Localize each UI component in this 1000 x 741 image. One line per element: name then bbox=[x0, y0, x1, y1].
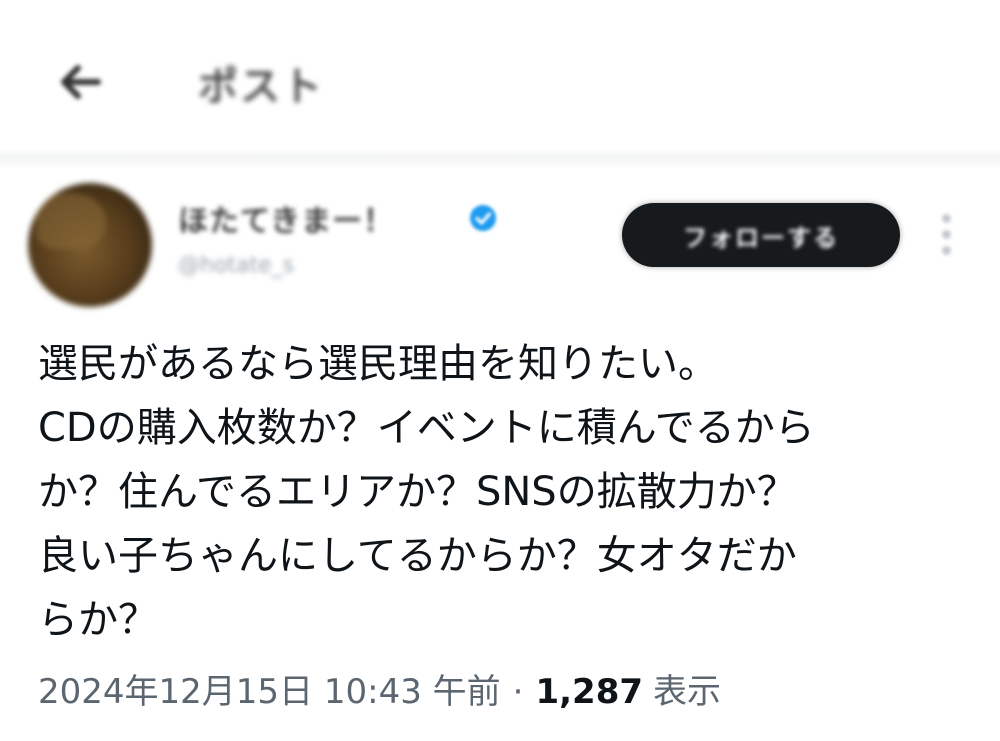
more-vertical-icon bbox=[941, 213, 951, 223]
header-divider bbox=[0, 148, 1000, 170]
post-meta: 2024年12月15日 10:43 午前 · 1,287 表示 bbox=[38, 664, 721, 713]
meta-separator: · bbox=[512, 672, 524, 712]
post-text-line: 選民があるなら選民理由を知りたい。 bbox=[38, 341, 718, 387]
post-text-line: 良い子ちゃんにしてるからか？女オタだか bbox=[38, 533, 797, 579]
more-vertical-icon-dot bbox=[941, 229, 951, 239]
page-title: ポスト bbox=[198, 64, 324, 110]
arrow-left-icon bbox=[61, 65, 101, 99]
post-text-line: らか？ bbox=[38, 597, 158, 643]
follow-button[interactable]: フォローする bbox=[622, 203, 900, 267]
post-text: 選民があるなら選民理由を知りたい。 CDの購入枚数か？イベントに積んでるから か… bbox=[38, 332, 968, 652]
verified-badge-icon bbox=[470, 205, 496, 231]
post-detail-screen: ポスト ほたてきまー！ @hotate_s フォローする 選民があるなら選民理由… bbox=[0, 0, 1000, 741]
author-display-name[interactable]: ほたてきまー！ bbox=[178, 196, 394, 240]
avatar[interactable] bbox=[28, 183, 152, 307]
author-handle[interactable]: @hotate_s bbox=[178, 253, 294, 278]
view-count: 1,287 bbox=[535, 672, 644, 712]
top-bar: ポスト bbox=[0, 0, 1000, 148]
back-button[interactable] bbox=[42, 52, 118, 112]
follow-button-label: フォローする bbox=[683, 223, 839, 252]
more-options-button[interactable] bbox=[932, 208, 960, 260]
view-count-label: 表示 bbox=[653, 672, 722, 712]
post-text-line: CDの購入枚数か？イベントに積んでるから bbox=[38, 405, 815, 451]
more-vertical-icon-dot bbox=[941, 245, 951, 255]
post-timestamp[interactable]: 2024年12月15日 10:43 午前 bbox=[38, 664, 501, 713]
post-text-line: か？住んでるエリアか？SNSの拡散力か？ bbox=[38, 469, 797, 515]
